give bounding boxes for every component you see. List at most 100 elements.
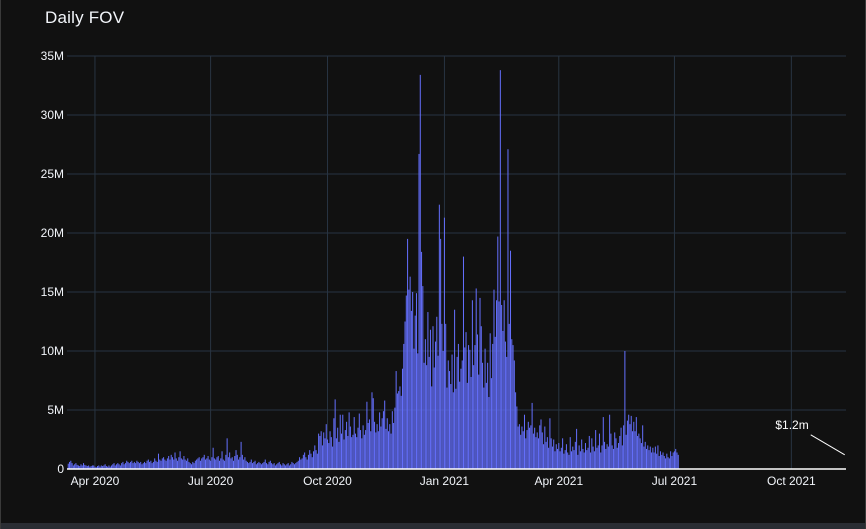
bar — [541, 432, 543, 469]
bar — [278, 461, 280, 469]
daily-fov-bar-chart: 0 5M 10M 15M 20M 25M 30M 35M Apr 2020 Jul 2020 Oct… — [41, 49, 846, 488]
bar — [221, 451, 223, 469]
bar — [192, 461, 194, 469]
bar — [388, 431, 390, 469]
annotation-arrow — [810, 434, 845, 456]
bar — [301, 458, 303, 469]
bar — [168, 456, 170, 469]
bar — [576, 428, 578, 469]
bar — [517, 426, 519, 469]
bar — [440, 238, 442, 469]
bar — [601, 445, 603, 469]
bar — [654, 446, 656, 469]
bar — [231, 457, 233, 469]
bar — [474, 345, 476, 469]
bar — [241, 454, 243, 469]
bar — [456, 356, 458, 469]
bar — [445, 323, 447, 469]
bar — [244, 457, 246, 469]
bar — [182, 459, 184, 469]
bar — [310, 453, 312, 469]
bar — [466, 382, 468, 469]
bar — [314, 445, 316, 469]
bar — [670, 451, 672, 469]
bar — [210, 460, 212, 469]
bar — [560, 447, 562, 469]
bar — [451, 354, 453, 469]
bar — [268, 461, 270, 469]
chart-container: Daily FOV 0 5M 10M 15M 20M 25M 30M 35M Apr 2020 J… — [0, 0, 866, 529]
bar — [673, 451, 675, 469]
bar — [332, 446, 334, 469]
bar — [665, 458, 667, 469]
bar — [515, 392, 517, 469]
bar — [503, 300, 505, 469]
bar — [117, 463, 119, 469]
bar — [69, 461, 71, 469]
bar — [537, 438, 539, 469]
bar — [269, 460, 271, 469]
bar — [565, 444, 567, 469]
bar — [163, 457, 165, 469]
bar — [535, 437, 537, 469]
bar — [343, 439, 345, 469]
bar — [582, 448, 584, 469]
bar — [155, 460, 157, 469]
bar — [464, 347, 466, 469]
bar — [208, 459, 210, 469]
bar — [188, 461, 190, 469]
bar — [374, 421, 376, 469]
bar — [133, 461, 135, 469]
bar — [263, 461, 265, 469]
bar — [201, 458, 203, 469]
bar — [297, 460, 299, 469]
bar — [377, 431, 379, 469]
bar — [545, 441, 547, 469]
bar — [632, 431, 634, 469]
bar — [296, 461, 298, 469]
bar — [222, 459, 224, 469]
bar — [232, 460, 234, 469]
bar — [469, 349, 471, 469]
bar — [579, 451, 581, 469]
bar — [536, 432, 538, 469]
bar — [502, 330, 504, 469]
bar — [257, 463, 259, 469]
bar — [249, 461, 251, 469]
bar — [625, 434, 627, 469]
bar — [489, 333, 491, 469]
bottom-scroll-strip — [1, 523, 865, 529]
bar — [548, 447, 550, 469]
bar — [485, 382, 487, 469]
bar — [229, 452, 231, 469]
bar — [540, 419, 542, 469]
bar — [661, 454, 663, 469]
bar — [328, 443, 330, 469]
bar — [361, 438, 363, 469]
bar — [152, 461, 154, 469]
bar — [662, 452, 664, 469]
bar — [83, 463, 85, 469]
bar — [506, 356, 508, 469]
bar — [348, 412, 350, 469]
x-tick-label: Jul 2021 — [652, 474, 698, 488]
bar — [375, 432, 377, 469]
bar — [475, 288, 477, 469]
bar — [507, 149, 509, 469]
bar — [319, 435, 321, 469]
bar — [532, 433, 534, 469]
bar — [329, 431, 331, 469]
bar — [180, 458, 182, 469]
y-tick-label: 30M — [41, 108, 64, 122]
bar — [592, 446, 594, 469]
bar — [668, 458, 670, 469]
bar — [144, 461, 146, 469]
bar — [238, 459, 240, 469]
bar — [225, 454, 227, 469]
bar — [578, 445, 580, 469]
bar — [562, 438, 564, 469]
bar — [653, 452, 655, 469]
bar — [611, 445, 613, 469]
bar — [658, 456, 660, 469]
bar — [663, 456, 665, 469]
